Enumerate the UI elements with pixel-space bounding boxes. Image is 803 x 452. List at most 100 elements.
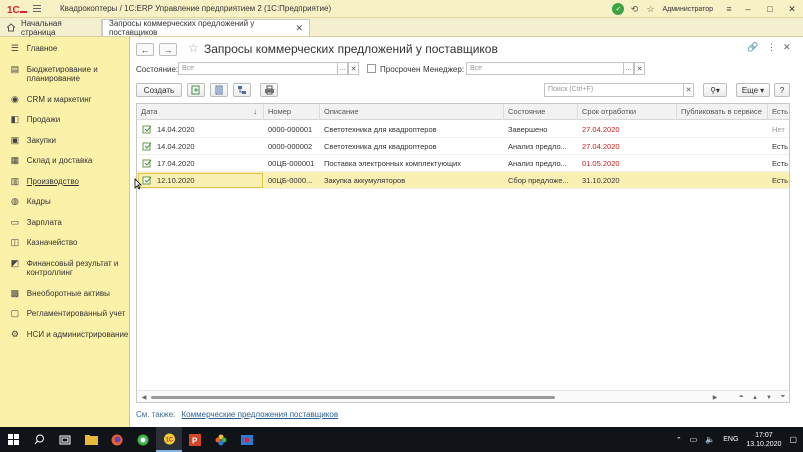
close-tab-icon[interactable]: ✕ xyxy=(295,23,303,34)
scroll-top-icon[interactable]: ⏶ xyxy=(735,392,747,402)
state-filter-label: Состояние: xyxy=(136,65,179,74)
main-menu-icon[interactable] xyxy=(30,3,44,15)
sidebar-item-accounting[interactable]: ▢ Регламентированный учет xyxy=(0,309,130,319)
manager-filter-input[interactable]: Все xyxy=(466,62,624,75)
scroll-up-icon[interactable]: ▲ xyxy=(749,392,761,402)
scroll-right-icon[interactable]: ▶ xyxy=(709,392,721,402)
sidebar-item-treasury[interactable]: ◫ Казначейство xyxy=(0,238,130,248)
1c-app-icon[interactable]: 1С xyxy=(156,427,182,452)
tab-bar: Начальная страница Запросы коммерческих … xyxy=(0,18,803,37)
file-explorer-icon[interactable] xyxy=(78,427,104,452)
history-icon[interactable]: ⟲ xyxy=(626,1,642,17)
close-form-icon[interactable]: ✕ xyxy=(783,42,791,53)
sidebar-item-sales[interactable]: ◧ Продажи xyxy=(0,115,130,125)
firefox-icon[interactable] xyxy=(104,427,130,452)
minimize-button[interactable]: – xyxy=(737,0,759,18)
1c-logo-icon: 1С xyxy=(6,3,28,15)
search-clear-button[interactable]: ✕ xyxy=(683,83,694,97)
windows-start-icon[interactable] xyxy=(0,427,26,452)
column-publish[interactable]: Публиковать в сервисе xyxy=(677,104,768,120)
volume-icon[interactable]: 🔈 xyxy=(705,435,715,444)
scroll-bottom-icon[interactable]: ⏷ xyxy=(777,392,789,402)
clock[interactable]: 17:07 13.10.2020 xyxy=(746,431,781,449)
sidebar-item-warehouse[interactable]: ▦ Склад и доставка xyxy=(0,156,130,166)
more-options-icon[interactable]: ⋮ xyxy=(767,42,776,53)
column-deadline[interactable]: Срок отработки xyxy=(578,104,677,120)
language-indicator[interactable]: ENG xyxy=(723,436,738,443)
cell-deadline: 31.10.2020 xyxy=(582,176,620,185)
sidebar-item-label: Склад и доставка xyxy=(26,156,93,165)
state-filter-select-button[interactable]: … xyxy=(337,62,348,75)
mark-delete-button[interactable] xyxy=(210,83,228,97)
sidebar-item-production[interactable]: ▥ Производство xyxy=(0,177,130,187)
create-button[interactable]: Создать xyxy=(136,83,182,97)
table-row[interactable]: 14.04.2020 0000-000001 Светотехника для … xyxy=(137,121,789,138)
sidebar-item-finance[interactable]: ◩ Финансовый результат и контроллинг xyxy=(0,259,130,278)
favorites-star-icon[interactable]: ☆ xyxy=(642,1,658,17)
maximize-button[interactable]: □ xyxy=(759,0,781,18)
manager-filter-clear-button[interactable]: ✕ xyxy=(634,62,645,75)
chat-app-icon[interactable] xyxy=(130,427,156,452)
settings-icon[interactable]: ≡ xyxy=(721,1,737,17)
favorite-star-icon[interactable]: ☆ xyxy=(188,41,199,55)
admin-icon: ⚙ xyxy=(10,329,19,339)
document-posted-icon xyxy=(142,176,152,185)
column-description[interactable]: Описание xyxy=(320,104,504,120)
state-filter-input[interactable]: Все xyxy=(178,62,338,75)
chevron-up-icon[interactable]: ⌃ xyxy=(676,436,682,444)
table-row[interactable]: 14.04.2020 0000-000002 Светотехника для … xyxy=(137,138,789,155)
screen-recorder-icon[interactable] xyxy=(234,427,260,452)
create-by-copy-button[interactable] xyxy=(187,83,205,97)
scroll-left-icon[interactable]: ◀ xyxy=(138,392,150,402)
sidebar-item-salary[interactable]: ▭ Зарплата xyxy=(0,218,130,228)
table-row-selected[interactable]: 12.10.2020 00ЦБ-0000... Закупка аккумуля… xyxy=(137,172,789,189)
forward-button[interactable]: → xyxy=(159,43,177,56)
notification-icon[interactable]: ✓ xyxy=(610,1,626,17)
scrollbar-thumb[interactable] xyxy=(151,396,555,399)
commercial-offers-link[interactable]: Коммерческие предложения поставщиков xyxy=(182,410,339,419)
network-icon[interactable]: ▭ xyxy=(690,435,698,444)
search-options-button[interactable]: ⚲▾ xyxy=(703,83,727,97)
sidebar-item-hr[interactable]: ◍ Кадры xyxy=(0,197,130,207)
search-icon[interactable] xyxy=(26,427,52,452)
app-flower-icon[interactable] xyxy=(208,427,234,452)
link-icon[interactable]: 🔗 xyxy=(747,42,758,53)
powerpoint-icon[interactable]: P xyxy=(182,427,208,452)
sidebar-item-budget[interactable]: ▤ Бюджетирование и планирование xyxy=(0,64,130,84)
manager-filter-select-button[interactable]: … xyxy=(623,62,634,75)
tab-rfq[interactable]: Запросы коммерческих предложений у поста… xyxy=(102,19,310,37)
print-button[interactable] xyxy=(260,83,278,97)
cell-deadline: 27.04.2020 xyxy=(582,142,620,151)
overdue-checkbox[interactable] xyxy=(367,64,376,73)
sidebar-item-crm[interactable]: ◉ CRM и маркетинг xyxy=(0,95,130,105)
sidebar-item-assets[interactable]: ▩ Внеоборотные активы xyxy=(0,289,130,299)
close-window-button[interactable]: ✕ xyxy=(781,0,803,18)
sidebar-item-purchases[interactable]: ▣ Закупки xyxy=(0,136,130,146)
scroll-down-icon[interactable]: ▼ xyxy=(763,392,775,402)
back-button[interactable]: ← xyxy=(136,43,154,56)
sidebar-item-label: CRM и маркетинг xyxy=(26,95,92,104)
user-name[interactable]: Администратор xyxy=(662,6,713,13)
column-date[interactable]: Дата xyxy=(137,104,264,120)
tab-home[interactable]: Начальная страница xyxy=(0,19,102,37)
sidebar-item-main[interactable]: ☰ Главное xyxy=(0,44,130,54)
column-number[interactable]: Номер xyxy=(264,104,320,120)
help-button[interactable]: ? xyxy=(774,83,790,97)
structure-button[interactable] xyxy=(233,83,251,97)
cell-state: Анализ предло... xyxy=(508,142,567,151)
table-row[interactable]: 17.04.2020 00ЦБ-000001 Поставка электрон… xyxy=(137,155,789,172)
state-filter-clear-button[interactable]: ✕ xyxy=(348,62,359,75)
column-state[interactable]: Состояние xyxy=(504,104,578,120)
taskbar: 1С P ⌃ ▭ 🔈 ENG 17:07 13.10.2020 ▢ xyxy=(0,427,803,452)
budget-icon: ▤ xyxy=(10,64,20,74)
column-exists[interactable]: Есть xyxy=(768,104,789,120)
more-button[interactable]: Еще ▾ xyxy=(736,83,770,97)
task-view-icon[interactable] xyxy=(52,427,78,452)
sidebar-item-admin[interactable]: ⚙ НСИ и администрирование xyxy=(0,329,130,340)
notifications-icon[interactable]: ▢ xyxy=(789,435,797,444)
search-input[interactable]: Поиск (Ctrl+F) xyxy=(544,83,684,97)
cell-publish: Нет xyxy=(772,125,785,134)
search-icon: ⚲▾ xyxy=(710,85,720,95)
horizontal-scrollbar[interactable]: ◀ ▶ ⏶ ▲ ▼ ⏷ xyxy=(137,390,789,402)
document-posted-icon xyxy=(142,142,152,151)
